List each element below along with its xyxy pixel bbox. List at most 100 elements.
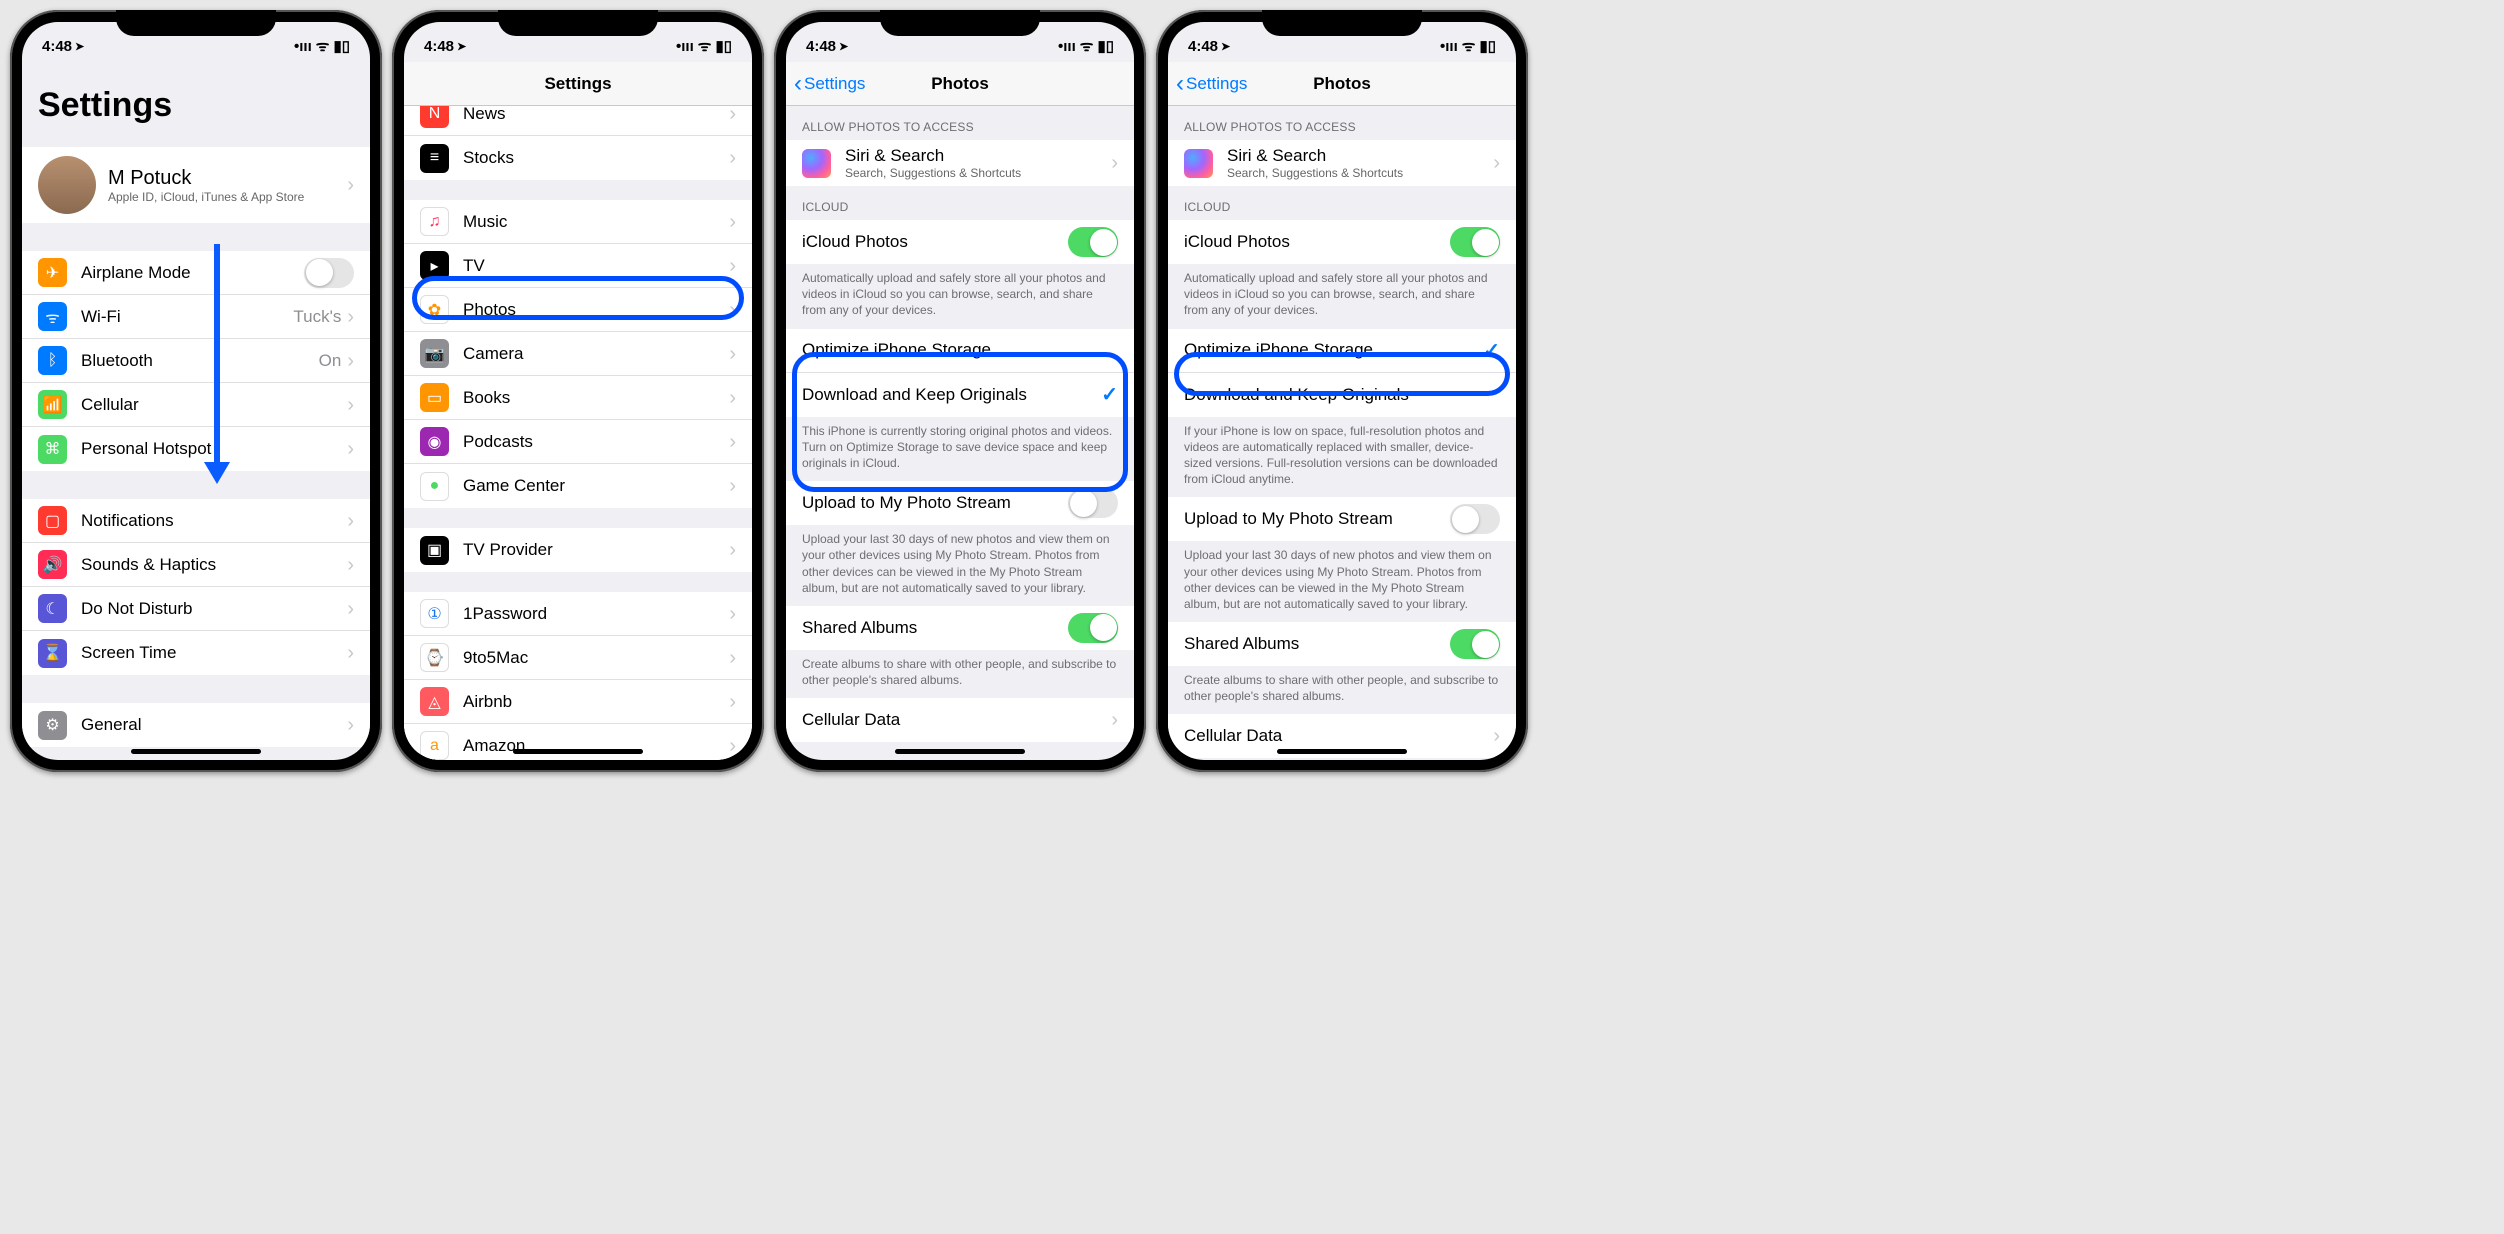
wifi-icon: ᯤ bbox=[1080, 36, 1094, 56]
row-wi-fi[interactable]: ᯤ Wi-FiTuck's› bbox=[22, 295, 370, 339]
row-stocks[interactable]: ≡ Stocks› bbox=[404, 136, 752, 180]
chevron-icon: › bbox=[729, 736, 736, 756]
signal-icon: •ııı bbox=[1058, 38, 1076, 55]
do-not-disturb-icon: ☾ bbox=[38, 594, 67, 623]
row-1password[interactable]: ① 1Password› bbox=[404, 592, 752, 636]
wifi-icon: ᯤ bbox=[316, 36, 330, 56]
row-cellular-data[interactable]: Cellular Data › bbox=[786, 698, 1134, 742]
chevron-icon: › bbox=[347, 599, 354, 619]
home-indicator[interactable] bbox=[131, 749, 261, 754]
battery-icon: ▮▯ bbox=[1479, 37, 1496, 55]
row-download-originals[interactable]: Download and Keep Originals✓ bbox=[786, 373, 1134, 417]
nav-bar: ‹Settings Photos bbox=[1168, 62, 1516, 106]
back-button[interactable]: ‹Settings bbox=[794, 70, 865, 98]
icloud-footer: Automatically upload and safely store al… bbox=[786, 264, 1134, 329]
photo-stream-toggle[interactable] bbox=[1450, 504, 1500, 534]
chevron-icon: › bbox=[347, 643, 354, 663]
screen-time-icon: ⌛ bbox=[38, 639, 67, 668]
chevron-left-icon: ‹ bbox=[1176, 70, 1184, 98]
row-shared-albums[interactable]: Shared Albums bbox=[786, 606, 1134, 650]
row-photos[interactable]: ✿ Photos› bbox=[404, 288, 752, 332]
chevron-icon: › bbox=[729, 148, 736, 168]
download-label: Download and Keep Originals bbox=[1184, 385, 1500, 405]
row-do-not-disturb[interactable]: ☾ Do Not Disturb› bbox=[22, 587, 370, 631]
optimize-label: Optimize iPhone Storage bbox=[802, 340, 1118, 360]
9to5mac-icon: ⌚ bbox=[420, 643, 449, 672]
row-icloud-photos[interactable]: iCloud Photos bbox=[786, 220, 1134, 264]
notifications-label: Notifications bbox=[81, 511, 347, 531]
row-game-center[interactable]: ● Game Center› bbox=[404, 464, 752, 508]
check-icon: ✓ bbox=[1101, 382, 1118, 407]
stocks-label: Stocks bbox=[463, 148, 729, 168]
do-not-disturb-label: Do Not Disturb bbox=[81, 599, 347, 619]
row-notifications[interactable]: ▢ Notifications› bbox=[22, 499, 370, 543]
section-allow-access: ALLOW PHOTOS TO ACCESS bbox=[1168, 106, 1516, 140]
row-music[interactable]: ♫ Music› bbox=[404, 200, 752, 244]
row-shared-albums[interactable]: Shared Albums bbox=[1168, 622, 1516, 666]
row-siri-search[interactable]: Siri & Search Search, Suggestions & Shor… bbox=[786, 140, 1134, 186]
home-indicator[interactable] bbox=[895, 749, 1025, 754]
row-bluetooth[interactable]: ᛒ BluetoothOn› bbox=[22, 339, 370, 383]
row-screen-time[interactable]: ⌛ Screen Time› bbox=[22, 631, 370, 675]
chevron-icon: › bbox=[1111, 710, 1118, 730]
row-photo-stream[interactable]: Upload to My Photo Stream bbox=[786, 481, 1134, 525]
row-download-originals[interactable]: Download and Keep Originals bbox=[1168, 373, 1516, 417]
row-photo-stream[interactable]: Upload to My Photo Stream bbox=[1168, 497, 1516, 541]
home-indicator[interactable] bbox=[513, 749, 643, 754]
row-tv-provider[interactable]: ▣ TV Provider› bbox=[404, 528, 752, 572]
avatar bbox=[38, 156, 96, 214]
icloud-photos-label: iCloud Photos bbox=[1184, 232, 1450, 252]
status-time: 4:48 bbox=[806, 38, 836, 55]
row-optimize-storage[interactable]: Optimize iPhone Storage bbox=[786, 329, 1134, 373]
row-podcasts[interactable]: ◉ Podcasts› bbox=[404, 420, 752, 464]
chevron-icon: › bbox=[347, 715, 354, 735]
amazon-icon: a bbox=[420, 731, 449, 760]
icloud-photos-toggle[interactable] bbox=[1068, 227, 1118, 257]
photo-stream-toggle[interactable] bbox=[1068, 488, 1118, 518]
row-books[interactable]: ▭ Books› bbox=[404, 376, 752, 420]
siri-icon bbox=[1184, 149, 1213, 178]
row-tv[interactable]: ▸ TV› bbox=[404, 244, 752, 288]
row-camera[interactable]: 📷 Camera› bbox=[404, 332, 752, 376]
row-sounds-haptics[interactable]: 🔊 Sounds & Haptics› bbox=[22, 543, 370, 587]
row-amazon[interactable]: a Amazon› bbox=[404, 724, 752, 760]
screen: 4:48➤ •ıııᯤ▮▯ ‹Settings Photos ALLOW PHO… bbox=[1168, 22, 1516, 760]
airplane-mode-toggle[interactable] bbox=[304, 258, 354, 288]
home-indicator[interactable] bbox=[1277, 749, 1407, 754]
shared-toggle[interactable] bbox=[1068, 613, 1118, 643]
back-button[interactable]: ‹Settings bbox=[1176, 70, 1247, 98]
status-time: 4:48 bbox=[424, 38, 454, 55]
row-airbnb[interactable]: ◬ Airbnb› bbox=[404, 680, 752, 724]
row-siri-search[interactable]: Siri & Search Search, Suggestions & Shor… bbox=[1168, 140, 1516, 186]
row-cellular[interactable]: 📶 Cellular› bbox=[22, 383, 370, 427]
chevron-icon: › bbox=[729, 344, 736, 364]
screen-time-label: Screen Time bbox=[81, 643, 347, 663]
nav-title: Photos bbox=[1313, 74, 1371, 94]
general-label: General bbox=[81, 715, 347, 735]
row-icloud-photos[interactable]: iCloud Photos bbox=[1168, 220, 1516, 264]
icloud-photos-toggle[interactable] bbox=[1450, 227, 1500, 257]
chevron-icon: › bbox=[347, 175, 354, 195]
location-icon: ➤ bbox=[75, 40, 84, 53]
profile-row[interactable]: M Potuck Apple ID, iCloud, iTunes & App … bbox=[22, 147, 370, 223]
shared-toggle[interactable] bbox=[1450, 629, 1500, 659]
airbnb-label: Airbnb bbox=[463, 692, 729, 712]
status-time: 4:48 bbox=[1188, 38, 1218, 55]
shared-label: Shared Albums bbox=[1184, 634, 1450, 654]
row-general[interactable]: ⚙ General› bbox=[22, 703, 370, 747]
row-airplane-mode[interactable]: ✈ Airplane Mode bbox=[22, 251, 370, 295]
1password-label: 1Password bbox=[463, 604, 729, 624]
nav-bar: ‹Settings Photos bbox=[786, 62, 1134, 106]
row-personal-hotspot[interactable]: ⌘ Personal Hotspot› bbox=[22, 427, 370, 471]
row-optimize-storage[interactable]: Optimize iPhone Storage✓ bbox=[1168, 329, 1516, 373]
chevron-icon: › bbox=[347, 511, 354, 531]
chevron-icon: › bbox=[729, 432, 736, 452]
chevron-icon: › bbox=[729, 256, 736, 276]
download-label: Download and Keep Originals bbox=[802, 385, 1101, 405]
chevron-icon: › bbox=[729, 692, 736, 712]
row-9to5mac[interactable]: ⌚ 9to5Mac› bbox=[404, 636, 752, 680]
sounds-haptics-label: Sounds & Haptics bbox=[81, 555, 347, 575]
section-icloud: ICLOUD bbox=[786, 186, 1134, 220]
personal-hotspot-icon: ⌘ bbox=[38, 435, 67, 464]
screen: 4:48➤ •ıııᯤ▮▯ ‹Settings Photos ALLOW PHO… bbox=[786, 22, 1134, 760]
